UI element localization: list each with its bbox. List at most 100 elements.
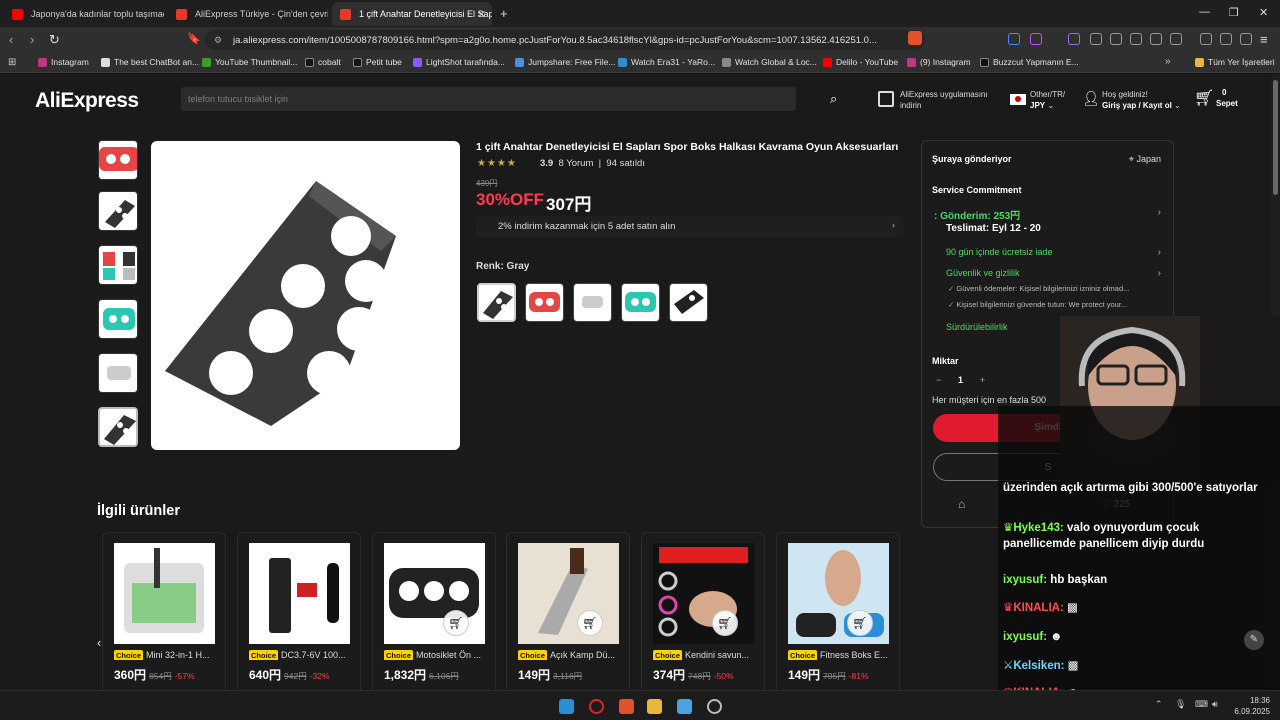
product-thumbnail[interactable] [98,191,138,231]
product-thumbnail[interactable] [98,299,138,339]
sidebar-icon[interactable] [1170,33,1182,45]
close-tab-icon[interactable]: ✕ [477,8,486,21]
search-icon[interactable]: ⌕ [830,91,837,107]
system-clock[interactable]: 18:36 6.09.2025 [1234,695,1270,717]
scrollbar-thumb[interactable] [1273,80,1278,195]
related-product-card[interactable]: Choice DC3.7-6V 100... 640円 942円 -32% [237,532,361,690]
color-swatch-red[interactable] [525,283,564,322]
bookmark-item[interactable]: Petit tube [353,57,402,67]
related-product-card[interactable]: 🛒︎ Choice Motosiklet Ön ... 1,832円 6,106円 [372,532,496,690]
related-product-card[interactable]: 🛒︎ Choice Açık Kamp Dü... 149円 3,116円 [506,532,630,690]
extension-icon[interactable] [1130,33,1142,45]
opera-icon[interactable] [589,699,604,714]
minimize-icon[interactable]: — [1199,6,1210,18]
site-info-icon[interactable]: ⚙ [214,35,222,46]
cart-link[interactable]: 0 Sepet [1216,87,1238,109]
bookmark-item[interactable]: cobalt [305,57,341,67]
new-tab-button[interactable]: + [500,6,508,21]
tab-aliexpress-home[interactable]: AliExpress Türkiye - Çin'den çevrimiç [168,2,328,26]
cart-icon[interactable]: 🛒︎ [1194,88,1214,108]
add-to-cart-icon[interactable]: 🛒︎ [577,610,603,636]
bulk-discount-banner[interactable]: 2% indirim kazanmak için 5 adet satın al… [476,216,903,237]
color-swatch-gray[interactable] [477,283,516,322]
color-swatch-green[interactable] [621,283,660,322]
back-icon[interactable]: ‹ [9,32,13,47]
free-returns[interactable]: 90 gün içinde ücretsiz iade [946,247,1053,257]
carousel-prev-icon[interactable]: ‹ [97,635,101,650]
store-icon[interactable]: ⌂ [958,497,965,511]
restore-icon[interactable]: ❐ [1229,6,1239,19]
media-icon[interactable] [1220,33,1232,45]
app-download-link[interactable]: AliExpress uygulamasını indirin [900,89,988,111]
shipping-cost[interactable]: : Gönderim: 253円 [934,207,1020,222]
search-input[interactable]: telefon tutucu bisiklet için [181,87,796,111]
product-main-image[interactable] [151,141,460,450]
brave-icon[interactable] [619,699,634,714]
add-to-cart-icon[interactable]: 🛒︎ [847,610,873,636]
qr-app-icon[interactable] [878,91,894,107]
url-field[interactable]: ja.aliexpress.com/item/1005008787809166.… [205,30,925,50]
related-product-card[interactable]: 🛒︎ Choice Fitness Boks E... 149円 795円 -81% [776,532,900,690]
bookmark-item[interactable]: Instagram [38,57,89,67]
ship-country[interactable]: ⌖ Japan [1129,154,1161,165]
plus-icon[interactable]: + [980,375,985,385]
pencil-icon[interactable]: ✎ [1244,630,1264,650]
steam-icon[interactable] [707,699,722,714]
account-menu[interactable]: Hoş geldiniz! Giriş yap / Kayıt ol ⌄ [1102,89,1181,111]
tab-product[interactable]: 1 çift Anahtar Denetleyicisi El Sap ✕ [332,2,492,26]
color-swatch-black[interactable] [669,283,708,322]
download-icon[interactable] [1200,33,1212,45]
bookmark-item[interactable]: Buzzcut Yapmanın E... [980,57,1079,67]
vpn-icon[interactable] [1240,33,1252,45]
brave-shield-icon[interactable] [908,31,922,45]
extensions-icon[interactable] [1150,33,1162,45]
aliexpress-logo[interactable]: AliExpress [35,89,139,113]
rating-value: 3.9 [540,158,554,169]
close-window-icon[interactable]: ✕ [1259,6,1268,19]
color-swatch-clear[interactable] [573,283,612,322]
related-product-card[interactable]: 🛒︎ Choice Kendini savun... 374円 748円 -50% [641,532,765,690]
product-thumbnail[interactable] [98,245,138,285]
file-explorer-icon[interactable] [647,699,662,714]
add-to-cart-icon[interactable]: 🛒︎ [443,610,469,636]
extension-icon[interactable] [1110,33,1122,45]
extension-icon[interactable] [1030,33,1042,45]
bookmark-item[interactable]: Watch Global & Loc... [722,57,817,67]
product-thumbnail-selected[interactable] [98,407,138,447]
more-bookmarks-icon[interactable]: » [1165,56,1171,67]
bookmark-item[interactable]: (9) Instagram [907,57,971,67]
bookmark-icon[interactable]: 🔖 [187,32,201,45]
tab-youtube[interactable]: Japonya'da kadınlar toplu taşımada [4,2,164,26]
bookmark-item[interactable]: LightShot tarafında... [413,57,505,67]
extension-icon[interactable] [1090,33,1102,45]
reload-icon[interactable]: ↻ [49,32,60,48]
all-bookmarks[interactable]: Tüm Yer İşaretleri [1195,57,1275,67]
sustainability[interactable]: Sürdürülebilirlik [946,322,1008,332]
tray-chevron-icon[interactable]: ⌃ [1155,699,1163,710]
region-selector[interactable]: Other/TR/ JPY ⌄ [1030,89,1065,111]
bookmark-item[interactable]: The best ChatBot an... [101,57,199,67]
quantity-value[interactable]: 1 [958,375,963,385]
bookmark-item[interactable]: Delilo - YouTube [823,57,898,67]
apps-icon[interactable]: ⊞ [8,57,16,68]
product-thumbnail[interactable] [98,353,138,393]
extension-icon[interactable] [1008,33,1020,45]
forward-icon[interactable]: › [30,32,34,47]
bookmark-item[interactable]: YouTube Thumbnail... [202,57,297,67]
minus-icon[interactable]: − [936,375,941,385]
volume-icon[interactable]: 🔊︎ [1212,699,1218,710]
product-thumbnail[interactable] [98,140,138,180]
app-icon[interactable] [677,699,692,714]
windows-start-icon[interactable] [559,699,574,714]
bookmark-item[interactable]: Watch Era31 - YaRo... [618,57,715,67]
extension-icon[interactable] [1068,33,1080,45]
bookmark-item[interactable]: Jumpshare: Free File... [515,57,615,67]
menu-icon[interactable]: ≡ [1260,32,1268,47]
security-privacy[interactable]: Güvenlik ve gizlilik [946,268,1020,278]
related-product-card[interactable]: Choice Mini 32-in-1 H... 360円 854円 -57% [102,532,226,690]
user-icon[interactable]: 👤︎ [1082,90,1100,107]
add-to-cart-icon[interactable]: 🛒︎ [712,610,738,636]
network-icon[interactable]: ⌨ [1195,699,1208,710]
rating-summary[interactable]: 3.9 8 Yorum | 94 satıldı [540,158,645,169]
microphone-icon[interactable]: 🎙︎ [1175,699,1186,710]
